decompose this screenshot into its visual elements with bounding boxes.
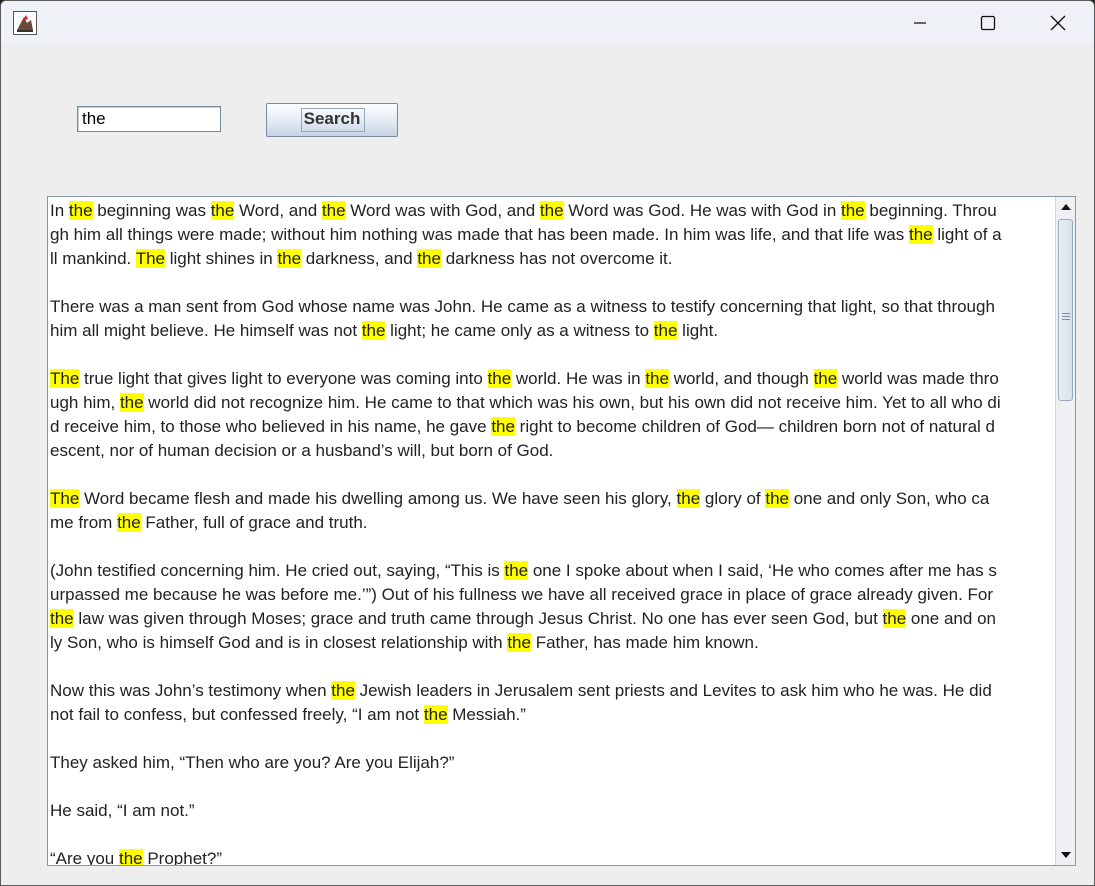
search-highlight: The (135, 249, 165, 268)
title-bar[interactable] (1, 1, 1094, 45)
search-button[interactable]: Search (266, 103, 398, 137)
search-highlight: the (908, 225, 933, 244)
search-highlight: the (645, 369, 669, 388)
search-highlight: The (50, 369, 80, 388)
text-line (50, 463, 1054, 487)
text-line (50, 535, 1054, 559)
close-button[interactable] (1023, 1, 1093, 45)
scroll-up-button[interactable] (1056, 197, 1075, 217)
text-line: There was a man sent from God whose name… (50, 297, 995, 316)
maximize-button[interactable] (953, 1, 1023, 45)
search-highlight: the (882, 609, 907, 628)
text-line: The Word became flesh and made his dwell… (50, 489, 990, 508)
text-line: “Are you the Prophet?” (50, 849, 223, 866)
content-pane: Search In the beginning was the Word, an… (1, 45, 1094, 885)
text-line: In the beginning was the Word, and the W… (50, 201, 997, 220)
search-highlight: the (487, 369, 512, 388)
text-line: gh him all things were made; without him… (50, 225, 1002, 244)
text-line: He said, “I am not.” (50, 801, 195, 820)
text-line: They asked him, “Then who are you? Are y… (50, 753, 455, 772)
text-line: him all might believe. He himself was no… (50, 321, 719, 340)
search-highlight: the (210, 201, 235, 220)
search-highlight: the (539, 201, 564, 220)
text-line: me from the Father, full of grace and tr… (50, 513, 368, 532)
text-line: ll mankind. The light shines in the dark… (50, 249, 673, 268)
text-line (50, 727, 1054, 751)
text-line: ugh him, the world did not recognize him… (50, 393, 1001, 412)
text-line: (John testified concerning him. He cried… (50, 561, 997, 580)
text-line: Now this was John’s testimony when the J… (50, 681, 992, 700)
search-highlight: the (491, 417, 515, 436)
search-highlight: the (417, 249, 441, 268)
search-highlight: the (504, 561, 529, 580)
vertical-scrollbar[interactable] (1055, 197, 1075, 865)
text-line (50, 655, 1054, 679)
search-input[interactable] (77, 106, 221, 132)
text-line (50, 271, 1054, 295)
arrow-down-icon (1061, 852, 1071, 858)
text-line (50, 775, 1054, 799)
search-button-label: Search (303, 109, 361, 128)
search-highlight: the (813, 369, 838, 388)
app-window: Search In the beginning was the Word, an… (0, 0, 1095, 886)
search-highlight: the (507, 633, 531, 652)
text-line: urpassed me because he was before me.’”)… (50, 585, 994, 604)
thumb-grip (1062, 313, 1070, 314)
text-line (50, 343, 1054, 367)
minimize-button[interactable] (885, 1, 955, 45)
search-highlight: the (841, 201, 865, 220)
scroll-down-button[interactable] (1056, 845, 1075, 865)
text-line: escent, nor of human decision or a husba… (50, 441, 554, 460)
java-app-icon[interactable] (13, 11, 37, 35)
search-highlight: the (361, 321, 386, 340)
search-highlight: the (331, 681, 355, 700)
text-line: ly Son, who is himself God and is in clo… (50, 633, 759, 652)
search-highlight: the (765, 489, 789, 508)
search-highlight: the (653, 321, 678, 340)
minimize-icon (914, 22, 926, 24)
text-line: The true light that gives light to every… (50, 369, 999, 388)
close-icon (1050, 15, 1066, 31)
search-highlight: the (676, 489, 701, 508)
document-text[interactable]: In the beginning was the Word, and the W… (50, 199, 1054, 866)
search-highlight: the (117, 513, 141, 532)
search-highlight: the (50, 609, 74, 628)
text-line: d receive him, to those who believed in … (50, 417, 996, 436)
text-line: the law was given through Moses; grace a… (50, 609, 996, 628)
thumb-grip (1062, 316, 1070, 317)
search-highlight: the (423, 705, 448, 724)
arrow-up-icon (1061, 204, 1071, 210)
scroll-thumb[interactable] (1058, 219, 1073, 401)
search-highlight: the (277, 249, 302, 268)
thumb-grip (1062, 319, 1070, 320)
search-highlight: the (321, 201, 346, 220)
search-highlight: The (50, 489, 80, 508)
search-highlight: the (68, 201, 93, 220)
text-line (50, 823, 1054, 847)
search-highlight: the (119, 393, 144, 412)
search-highlight: the (118, 849, 143, 866)
text-area[interactable]: In the beginning was the Word, and the W… (47, 196, 1076, 866)
maximize-icon (980, 15, 996, 31)
text-line: not fail to confess, but confessed freel… (50, 705, 526, 724)
